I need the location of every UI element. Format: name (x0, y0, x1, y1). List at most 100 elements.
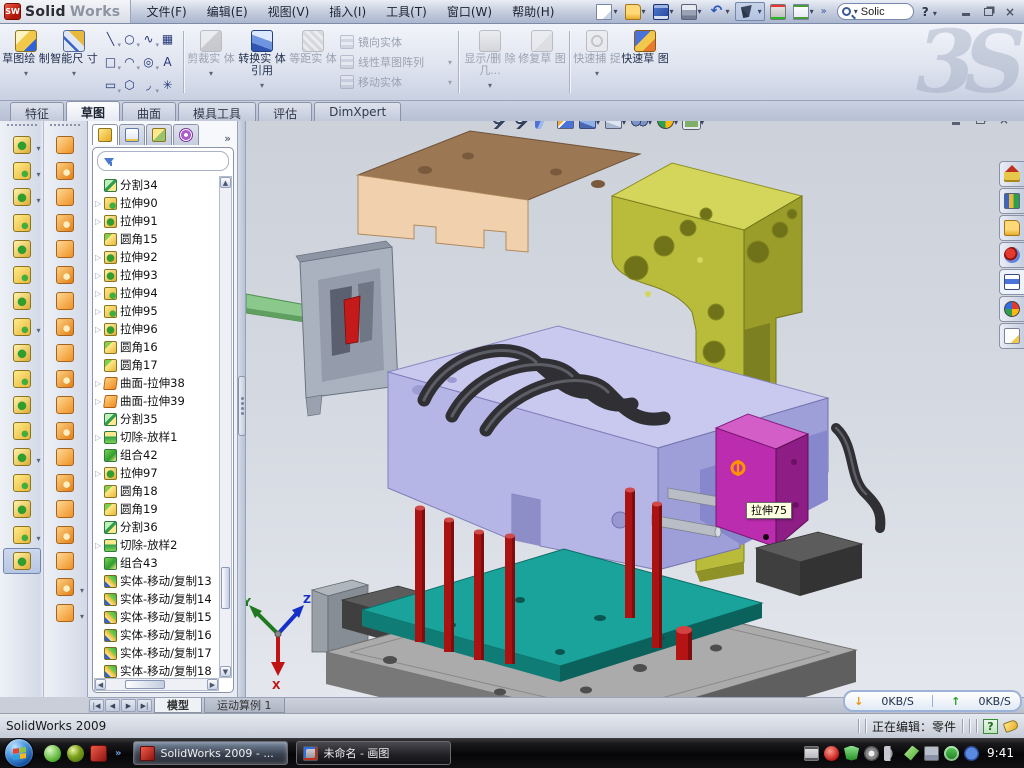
tree-item[interactable]: 曲面-拉伸39 (95, 392, 219, 410)
tree-item[interactable]: 拉伸91 (95, 212, 219, 230)
expand-arrow-icon[interactable] (95, 577, 104, 586)
toolbar-grip[interactable] (50, 124, 80, 128)
repair-sketch-button[interactable]: 修复草 图 (518, 27, 566, 97)
part-gray-insert-block[interactable] (296, 241, 398, 416)
tree-item[interactable]: 圆角17 (95, 356, 219, 374)
display-delete-relations-button[interactable]: 显示/删 除几... (462, 27, 518, 97)
expand-arrow-icon[interactable] (95, 289, 104, 298)
mirror-entities-button[interactable]: 镜向实体 (337, 33, 455, 51)
expand-arrow-icon[interactable] (95, 253, 104, 262)
reference-geometry-button[interactable] (3, 444, 41, 470)
expand-arrow-icon[interactable] (95, 559, 104, 568)
expand-arrow-icon[interactable] (95, 199, 104, 208)
tree-item[interactable]: 实体-移动/复制18 (95, 662, 219, 678)
tree-item[interactable]: 分割34 (95, 176, 219, 194)
tree-item[interactable]: 圆角18 (95, 482, 219, 500)
scroll-down-arrow[interactable]: ▼ (220, 666, 231, 677)
appearances-button[interactable] (656, 121, 679, 130)
tree-item[interactable]: 组合43 (95, 554, 219, 572)
tree-item[interactable]: 分割36 (95, 518, 219, 536)
expand-arrow-icon[interactable] (95, 307, 104, 316)
revolved-surface-button[interactable] (46, 158, 84, 184)
expand-arrow-icon[interactable] (95, 361, 104, 370)
tree-item[interactable]: 实体-移动/复制14 (95, 590, 219, 608)
menu-item[interactable]: 编辑(E) (198, 1, 257, 22)
tree-item[interactable]: 圆角16 (95, 338, 219, 356)
menu-item[interactable]: 视图(V) (259, 1, 319, 22)
expand-arrow-icon[interactable] (95, 181, 104, 190)
fillet-surface-button[interactable] (46, 548, 84, 574)
area-hatch-tool-button[interactable]: ▦ (158, 28, 177, 51)
arc-tool-button[interactable]: ◠ (120, 51, 139, 74)
extruded-boss-button[interactable] (3, 132, 41, 158)
tree-filter-box[interactable] (97, 151, 229, 171)
volume-tray-icon[interactable] (884, 746, 899, 761)
expand-arrow-icon[interactable] (95, 523, 104, 532)
combine-bodies-button[interactable] (3, 340, 41, 366)
tab-nav-button[interactable]: ◀ (105, 699, 120, 712)
expand-arrow-icon[interactable] (95, 595, 104, 604)
taskbar-clock[interactable]: 9:41 (987, 746, 1014, 760)
model-tab[interactable]: 运动算例 1 (204, 698, 285, 713)
expand-arrow-icon[interactable] (95, 487, 104, 496)
search-box[interactable]: ▾ (837, 3, 914, 20)
tree-item[interactable]: 拉伸94 (95, 284, 219, 302)
doc-restore-button[interactable] (972, 121, 988, 127)
search-results-tab[interactable] (999, 242, 1024, 268)
expand-arrow-icon[interactable] (95, 217, 104, 226)
tree-item[interactable]: 实体-移动/复制17 (95, 644, 219, 662)
rectangle-tool-button[interactable]: □ (101, 51, 120, 74)
point-tool-button[interactable]: ✳ (158, 74, 177, 97)
scroll-thumb[interactable] (125, 680, 165, 689)
planar-surface-button[interactable] (46, 288, 84, 314)
sync-green-tray-icon[interactable] (904, 746, 919, 761)
reference-point-button[interactable] (3, 496, 41, 522)
start-button[interactable] (4, 738, 34, 768)
search-input[interactable] (861, 6, 905, 18)
display-style-button[interactable] (604, 121, 627, 130)
panel-splitter[interactable] (238, 121, 246, 697)
knit-surface-button[interactable] (46, 314, 84, 340)
open-button[interactable]: ▾ (623, 3, 648, 21)
custom-properties-tab[interactable] (999, 323, 1024, 349)
scroll-thumb[interactable] (221, 567, 230, 609)
restore-button[interactable] (980, 5, 996, 19)
reference-geometry-2-button[interactable] (46, 574, 84, 600)
updater-gear-tray-icon[interactable] (864, 746, 879, 761)
graphics-area[interactable]: Y Z X (246, 121, 1024, 697)
search-dropdown-icon[interactable]: ▾ (854, 7, 858, 16)
expand-arrow-icon[interactable] (95, 343, 104, 352)
zoom-fit-button[interactable] (490, 121, 509, 130)
tree-item[interactable]: 切除-放样2 (95, 536, 219, 554)
sketch-fillet-tool-button[interactable]: ◞ (139, 74, 158, 97)
expand-arrow-icon[interactable] (95, 433, 104, 442)
ellipse-tool-button[interactable]: ◎ (139, 51, 158, 74)
thicken-button[interactable] (46, 340, 84, 366)
tree-vertical-scrollbar[interactable]: ▲ ▼ (219, 176, 232, 678)
delete-face-button[interactable] (46, 392, 84, 418)
task-button[interactable]: SolidWorks 2009 - ... (133, 741, 288, 765)
tree-item[interactable]: 拉伸97 (95, 464, 219, 482)
panel-tabs-overflow[interactable]: » (220, 132, 235, 145)
options-button[interactable]: ▾ (791, 3, 816, 21)
extend-surface-button[interactable] (46, 210, 84, 236)
tab-nav-button[interactable]: |◀ (89, 699, 104, 712)
tab-nav-button[interactable]: ▶| (137, 699, 152, 712)
expand-arrow-icon[interactable] (95, 649, 104, 658)
extruded-cut-button[interactable] (3, 158, 41, 184)
help-button[interactable]: ? ▾ (922, 5, 937, 19)
ribbon-tab[interactable]: DimXpert (314, 102, 401, 121)
tree-horizontal-scrollbar[interactable]: ◀ ▶ (94, 678, 219, 691)
dimxpertmanager-tab[interactable] (173, 124, 199, 145)
offset-surface-button[interactable] (46, 262, 84, 288)
save-button[interactable]: ▾ (651, 3, 676, 21)
print-button[interactable]: ▾ (679, 3, 704, 21)
ruled-surface-button[interactable] (46, 470, 84, 496)
untrim-surface-button[interactable] (46, 444, 84, 470)
section-view-button[interactable] (556, 121, 575, 130)
security-center-icon[interactable] (67, 745, 84, 762)
instant3d-button[interactable] (3, 548, 41, 574)
ribbon-tab[interactable]: 曲面 (122, 102, 176, 121)
health-green-tray-icon[interactable] (944, 746, 959, 761)
quick-snaps-button[interactable]: 快速捕 捉 (573, 27, 621, 97)
